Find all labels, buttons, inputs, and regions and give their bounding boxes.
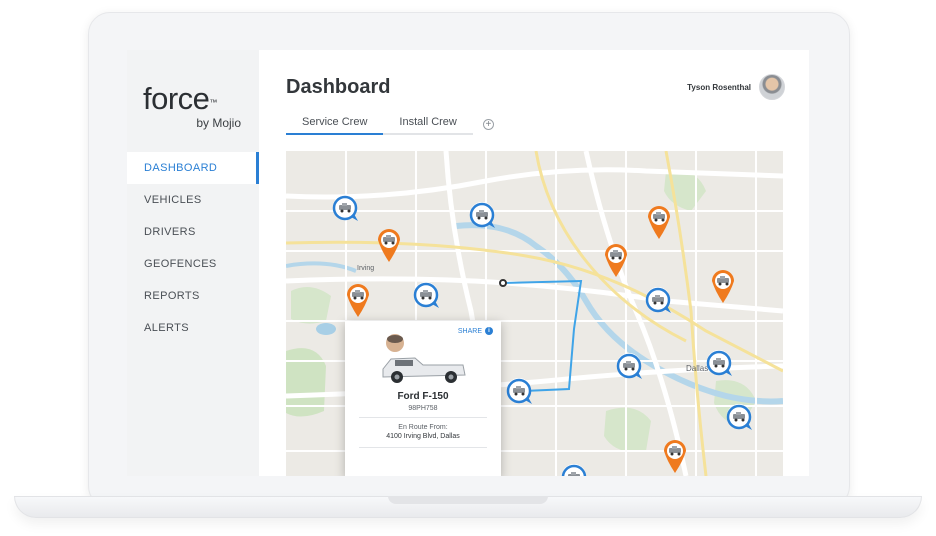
- app-screen: force™ by Mojio DASHBOARD VEHICLES DRIVE…: [127, 50, 809, 476]
- card-divider: [359, 447, 487, 448]
- vehicle-pin-blue[interactable]: [412, 280, 441, 310]
- driver-hair: [387, 335, 403, 343]
- route-address: 4100 Irving Blvd, Dallas: [386, 433, 460, 440]
- sidebar-nav: DASHBOARD VEHICLES DRIVERS GEOFENCES REP…: [127, 152, 259, 344]
- plus-circle-icon[interactable]: +: [482, 119, 494, 130]
- page-title: Dashboard: [286, 76, 391, 98]
- truck-window: [395, 360, 413, 366]
- main-content: Dashboard Tyson Rosenthal Service Crew I…: [259, 50, 809, 476]
- logo-wordmark: force™: [143, 81, 243, 116]
- vehicle-pin-blue[interactable]: [725, 402, 754, 432]
- user-menu[interactable]: Tyson Rosenthal: [687, 74, 785, 100]
- card-divider: [359, 417, 487, 418]
- user-name: Tyson Rosenthal: [687, 82, 751, 92]
- vehicle-pin-blue[interactable]: [644, 285, 673, 315]
- vehicle-pin-orange[interactable]: [605, 244, 627, 277]
- vehicle-pin-blue[interactable]: [468, 200, 497, 230]
- vehicle-pin-orange[interactable]: [648, 206, 670, 239]
- sidebar-item-dashboard[interactable]: DASHBOARD: [127, 152, 259, 184]
- vehicle-info-card: SHARE i Ford F-150 98PH758 En Route From…: [345, 321, 501, 476]
- sidebar-item-vehicles[interactable]: VEHICLES: [127, 184, 259, 216]
- tab-service-crew[interactable]: Service Crew: [286, 116, 384, 135]
- vehicle-photo: [382, 332, 466, 383]
- vehicle-plate: 98PH758: [408, 405, 438, 412]
- vehicle-pin-blue[interactable]: [705, 348, 734, 378]
- vehicle-pin-orange[interactable]: [712, 270, 734, 303]
- sidebar: force™ by Mojio DASHBOARD VEHICLES DRIVE…: [127, 50, 259, 476]
- truck-hub: [394, 374, 400, 380]
- laptop-notch: [388, 496, 548, 504]
- vehicle-pin-blue[interactable]: [331, 193, 360, 223]
- route-label: En Route From:: [398, 424, 448, 431]
- avatar[interactable]: [759, 74, 785, 100]
- sidebar-item-drivers[interactable]: DRIVERS: [127, 216, 259, 248]
- tab-install-crew[interactable]: Install Crew: [383, 116, 473, 135]
- sidebar-item-geofences[interactable]: GEOFENCES: [127, 248, 259, 280]
- logo-subtitle: by Mojio: [196, 116, 241, 130]
- vehicle-pin-orange[interactable]: [347, 284, 369, 317]
- logo-text: force: [143, 81, 210, 116]
- logo-trademark: ™: [209, 98, 217, 107]
- vehicle-name: Ford F-150: [397, 391, 449, 402]
- sidebar-item-alerts[interactable]: ALERTS: [127, 312, 259, 344]
- vehicle-pin-blue[interactable]: [560, 462, 589, 476]
- vehicle-pin-blue[interactable]: [615, 351, 644, 381]
- vehicle-pin-blue[interactable]: [505, 376, 534, 406]
- fleet-map[interactable]: Irving Dallas SHARE i Ford F-150 98PH758…: [286, 151, 783, 476]
- truck-hub: [448, 374, 454, 380]
- app-logo[interactable]: force™ by Mojio: [143, 81, 243, 130]
- vehicle-pin-orange[interactable]: [378, 229, 400, 262]
- vehicle-pin-orange[interactable]: [664, 440, 686, 473]
- crew-tabs: Service Crew Install Crew +: [286, 116, 494, 135]
- sidebar-item-reports[interactable]: REPORTS: [127, 280, 259, 312]
